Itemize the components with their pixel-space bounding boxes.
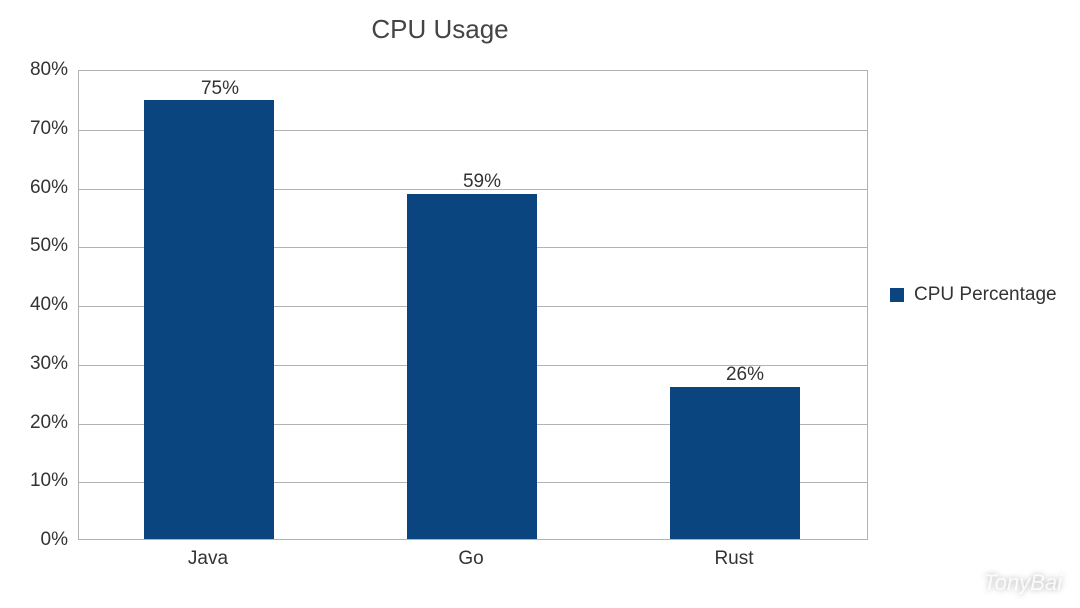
y-tick-label: 80% <box>12 59 68 81</box>
plot-area <box>78 70 868 540</box>
bar-rust <box>670 387 800 539</box>
legend: CPU Percentage <box>890 284 1057 306</box>
bar-value-label: 59% <box>463 171 501 193</box>
legend-swatch-icon <box>890 288 904 302</box>
bar-value-label: 75% <box>201 78 239 100</box>
wechat-icon <box>949 570 975 596</box>
x-tick-label: Go <box>458 548 483 570</box>
bar-value-label: 26% <box>726 364 764 386</box>
y-tick-label: 20% <box>12 412 68 434</box>
chart-container: CPU Usage 0% 10% 20% 30% 40% 50% 60% 70%… <box>0 0 1080 608</box>
watermark: TonyBai <box>949 570 1062 596</box>
x-tick-label: Java <box>188 548 228 570</box>
x-tick-label: Rust <box>714 548 753 570</box>
y-tick-label: 50% <box>12 235 68 257</box>
y-tick-label: 30% <box>12 353 68 375</box>
y-tick-label: 40% <box>12 294 68 316</box>
bar-go <box>407 194 537 539</box>
y-tick-label: 0% <box>12 529 68 551</box>
legend-label: CPU Percentage <box>914 284 1057 306</box>
y-tick-label: 10% <box>12 470 68 492</box>
y-tick-label: 70% <box>12 118 68 140</box>
y-tick-label: 60% <box>12 177 68 199</box>
chart-title: CPU Usage <box>0 14 880 45</box>
bar-java <box>144 100 274 539</box>
watermark-text: TonyBai <box>983 570 1062 596</box>
